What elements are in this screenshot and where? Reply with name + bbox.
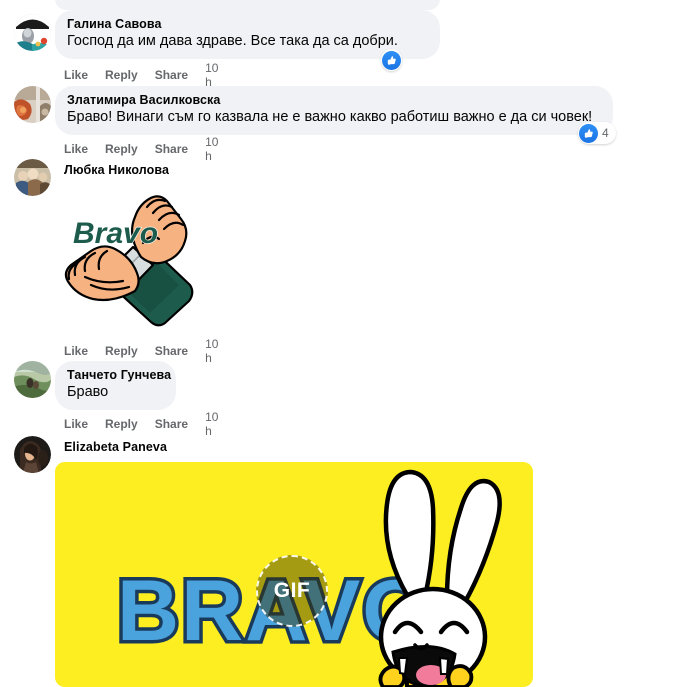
- comment-timestamp[interactable]: 10 h: [205, 135, 218, 163]
- comment-body-text: Браво: [67, 384, 109, 400]
- share-button[interactable]: Share: [155, 68, 188, 82]
- comment-timestamp[interactable]: 10 h: [205, 410, 218, 438]
- gif-attachment-bravo-bunny[interactable]: BRAVO !: [55, 462, 533, 687]
- thumbs-up-icon: [382, 50, 401, 70]
- comment-author-name[interactable]: Танчето Гунчева: [67, 368, 171, 383]
- reaction-count: 4: [602, 126, 609, 140]
- comment-bubble-1: Галина Савова Господ да им дава здраве. …: [55, 10, 440, 59]
- clipped-comment-bubble: [55, 0, 440, 10]
- like-button[interactable]: Like: [64, 417, 88, 431]
- comment-author-name[interactable]: Elizabeta Paneva: [64, 440, 167, 455]
- like-button[interactable]: Like: [64, 68, 88, 82]
- reply-button[interactable]: Reply: [105, 417, 138, 431]
- like-button[interactable]: Like: [64, 344, 88, 358]
- clipped-comment-text: · · ·: [168, 0, 192, 4]
- comment-actions-4: Like Reply Share 10 h: [64, 410, 218, 438]
- comment-body-text: Господ да им дава здраве. Все така да са…: [67, 33, 398, 49]
- comment-actions-2: Like Reply Share 10 h: [64, 135, 218, 163]
- sticker-bravo-clapping-hands[interactable]: Bravo: [55, 185, 203, 330]
- comments-thread: · · · Галина Савова Господ да им дава зд…: [0, 0, 691, 687]
- avatar-elizabeta-paneva[interactable]: [14, 436, 51, 473]
- gif-badge-label: GIF: [273, 579, 311, 602]
- svg-text:Bravo: Bravo: [73, 217, 158, 250]
- gif-badge-icon: GIF: [256, 555, 328, 627]
- comment-bubble-2: Златимира Василковска Браво! Винаги съм …: [55, 86, 613, 135]
- like-button[interactable]: Like: [64, 142, 88, 156]
- reply-button[interactable]: Reply: [105, 142, 138, 156]
- comment-author-name[interactable]: Любка Николова: [64, 163, 169, 178]
- comment-bubble-4: Танчето Гунчева Браво: [55, 361, 176, 410]
- reaction-badge-2[interactable]: 4: [578, 122, 616, 144]
- clipped-comment-row-top: · · ·: [0, 0, 691, 10]
- avatar-zlatimira-vasilkovska[interactable]: [14, 86, 51, 123]
- share-button[interactable]: Share: [155, 142, 188, 156]
- reply-button[interactable]: Reply: [105, 344, 138, 358]
- share-button[interactable]: Share: [155, 417, 188, 431]
- comment-timestamp[interactable]: 10 h: [205, 337, 218, 365]
- avatar-tancheto-guncheva[interactable]: [14, 361, 51, 398]
- reply-button[interactable]: Reply: [105, 68, 138, 82]
- avatar-galina-savova[interactable]: [14, 14, 51, 51]
- comment-author-name[interactable]: Златимира Василковска: [67, 93, 601, 108]
- comment-body-text: Браво! Винаги съм го казвала не е важно …: [67, 109, 593, 125]
- thumbs-up-icon: [579, 123, 598, 143]
- reaction-badge-1[interactable]: [381, 49, 402, 71]
- comment-timestamp[interactable]: 10 h: [205, 61, 218, 89]
- avatar-lyubka-nikolova[interactable]: [14, 159, 51, 196]
- comment-author-name[interactable]: Галина Савова: [67, 17, 428, 32]
- comment-actions-1: Like Reply Share 10 h: [64, 61, 218, 89]
- share-button[interactable]: Share: [155, 344, 188, 358]
